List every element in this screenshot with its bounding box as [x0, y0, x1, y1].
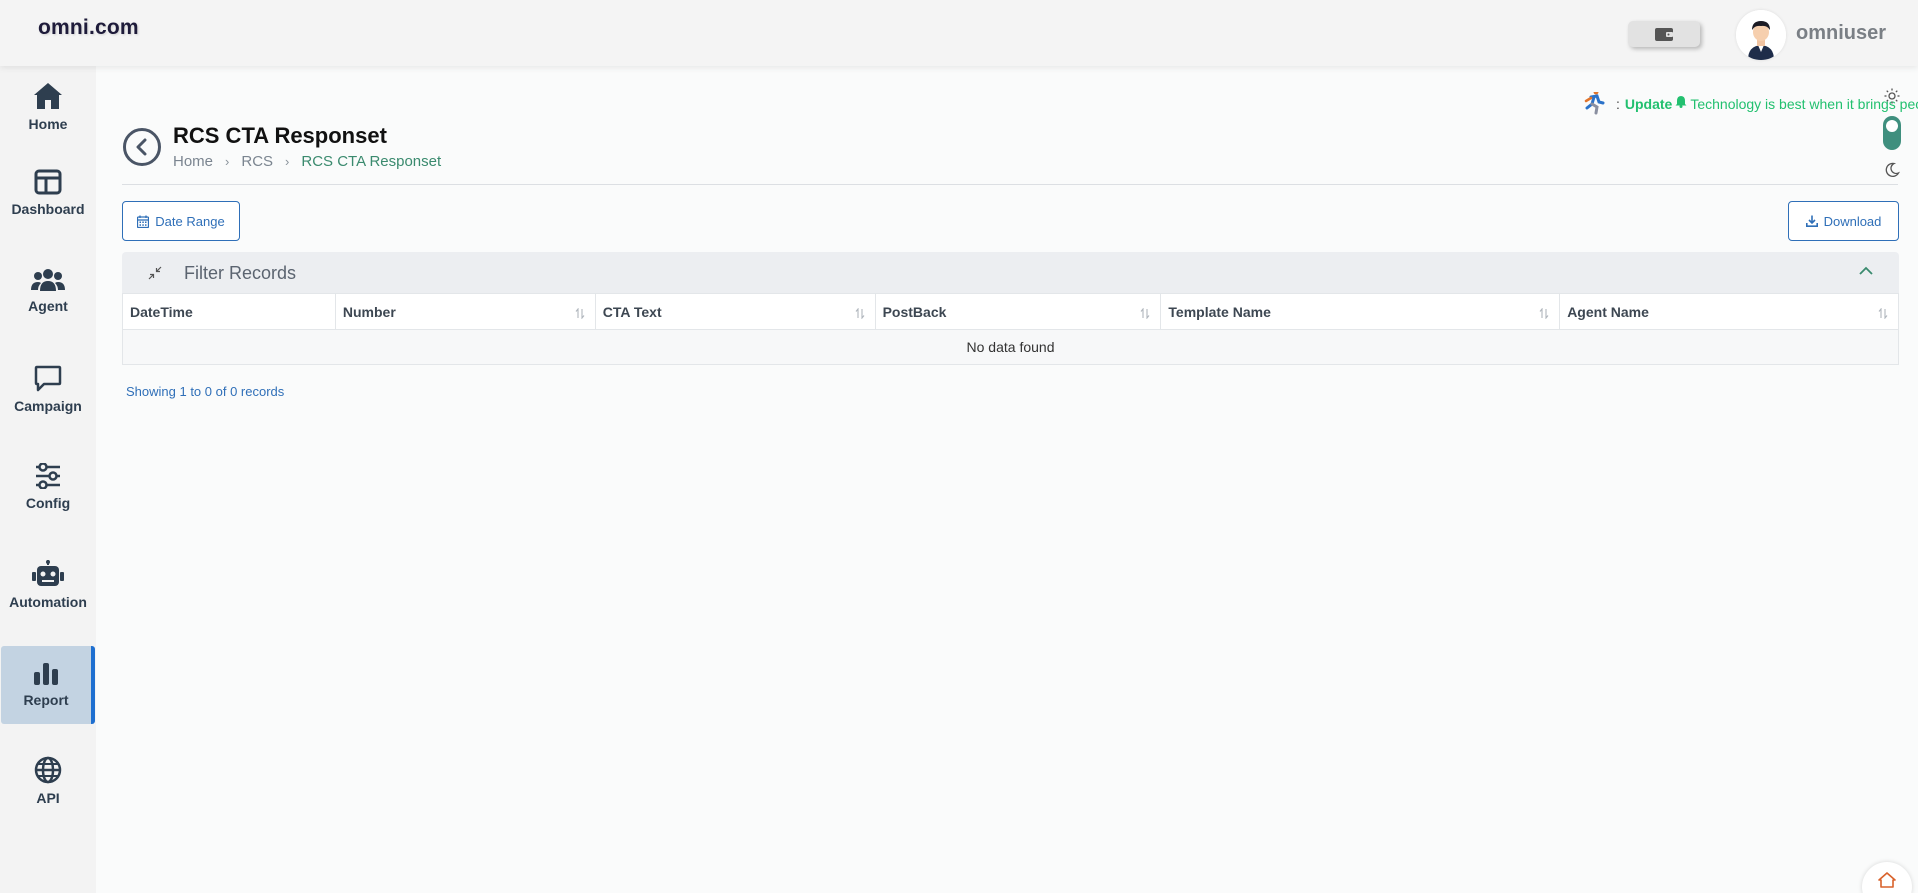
theme-toggle[interactable] — [1878, 88, 1906, 178]
filter-panel-header[interactable]: Filter Records — [122, 252, 1899, 293]
filter-panel: Filter Records DateTime Number CTA Text … — [122, 252, 1899, 365]
avatar[interactable] — [1736, 10, 1786, 60]
sidebar-item-label: Campaign — [14, 398, 82, 414]
wallet-button[interactable] — [1628, 21, 1700, 47]
sidebar-item-label: Automation — [9, 594, 87, 610]
filter-title: Filter Records — [184, 263, 297, 283]
ticker-update-label: Update — [1624, 96, 1673, 112]
sidebar-item-report[interactable]: Report — [1, 646, 95, 724]
sidebar-item-label: Config — [25, 495, 71, 511]
campaign-icon — [34, 365, 62, 392]
username[interactable]: omniuser — [1796, 22, 1886, 45]
chevron-right-icon: › — [285, 154, 290, 169]
chevron-left-icon — [136, 138, 147, 156]
sort-icon[interactable] — [575, 306, 585, 322]
chevron-right-icon: › — [225, 154, 230, 169]
sidebar-item-agent[interactable]: Agent — [0, 252, 96, 330]
theme-switch[interactable] — [1883, 116, 1901, 150]
date-range-button[interactable]: Date Range — [122, 201, 240, 241]
sidebar-item-dashboard[interactable]: Dashboard — [0, 154, 96, 232]
moon-icon — [1885, 162, 1900, 177]
back-button[interactable] — [123, 128, 161, 166]
breadcrumb-rcs[interactable]: RCS — [241, 153, 273, 170]
chevron-up-icon[interactable] — [1859, 266, 1873, 275]
column-header-template-name[interactable]: Template Name — [1160, 293, 1561, 330]
sort-icon[interactable] — [1539, 306, 1549, 322]
brand-logo[interactable]: omni.com — [38, 16, 139, 40]
column-header-postback[interactable]: PostBack — [874, 293, 1162, 330]
table-row: No data found — [122, 329, 1899, 365]
api-icon — [34, 756, 62, 784]
sun-icon — [1884, 88, 1900, 104]
sidebar-item-home[interactable]: Home — [0, 68, 96, 146]
running-man-icon — [1582, 92, 1606, 116]
page-title: RCS CTA Responset — [173, 123, 387, 148]
top-bar: omni.com omniuser — [0, 0, 1918, 66]
ticker-prefix: : — [1616, 96, 1620, 112]
breadcrumb: Home › RCS › RCS CTA Responset — [173, 153, 441, 170]
date-range-label: Date Range — [155, 213, 225, 229]
column-header-cta-text[interactable]: CTA Text — [594, 293, 876, 330]
breadcrumb-home[interactable]: Home — [173, 153, 213, 170]
user-avatar-icon — [1736, 10, 1786, 60]
sidebar-item-label: API — [36, 790, 60, 806]
sort-icon[interactable] — [1140, 306, 1150, 322]
agent-icon — [31, 269, 65, 291]
download-button[interactable]: Download — [1788, 201, 1899, 241]
sort-icon[interactable] — [855, 306, 865, 322]
empty-message: No data found — [122, 329, 1899, 365]
sidebar: Home Dashboard Agent Campaign Config Aut… — [0, 66, 96, 893]
sidebar-item-api[interactable]: API — [0, 742, 96, 820]
breadcrumb-current: RCS CTA Responset — [301, 153, 442, 170]
column-header-agent-name[interactable]: Agent Name — [1559, 293, 1899, 330]
sort-icon[interactable] — [1878, 306, 1888, 322]
download-label: Download — [1823, 213, 1882, 229]
sidebar-item-campaign[interactable]: Campaign — [0, 350, 96, 428]
automation-icon — [32, 560, 64, 586]
home-icon — [1878, 872, 1896, 888]
main-content: : Update Technology is best when it brin… — [96, 66, 1918, 893]
download-icon — [1805, 215, 1818, 227]
column-header-number[interactable]: Number — [334, 293, 596, 330]
sidebar-item-label: Home — [28, 116, 68, 132]
wallet-icon — [1655, 28, 1673, 41]
sidebar-item-label: Dashboard — [11, 201, 85, 217]
records-table: DateTime Number CTA Text PostBack Templa… — [122, 293, 1899, 365]
divider — [122, 184, 1898, 185]
report-icon — [34, 663, 58, 685]
bell-icon — [1675, 95, 1687, 113]
config-icon — [36, 463, 60, 489]
announcement-ticker: : Update Technology is best when it brin… — [1582, 92, 1918, 116]
calendar-icon — [137, 215, 150, 228]
home-icon — [34, 83, 62, 109]
sidebar-item-label: Agent — [28, 298, 68, 314]
column-header-datetime[interactable]: DateTime — [122, 293, 336, 330]
dashboard-icon — [34, 169, 62, 195]
records-count: Showing 1 to 0 of 0 records — [126, 384, 285, 399]
collapse-arrows-icon — [148, 266, 162, 280]
sidebar-item-config[interactable]: Config — [0, 448, 96, 526]
sidebar-item-label: Report — [23, 692, 69, 708]
sidebar-item-automation[interactable]: Automation — [0, 546, 96, 624]
